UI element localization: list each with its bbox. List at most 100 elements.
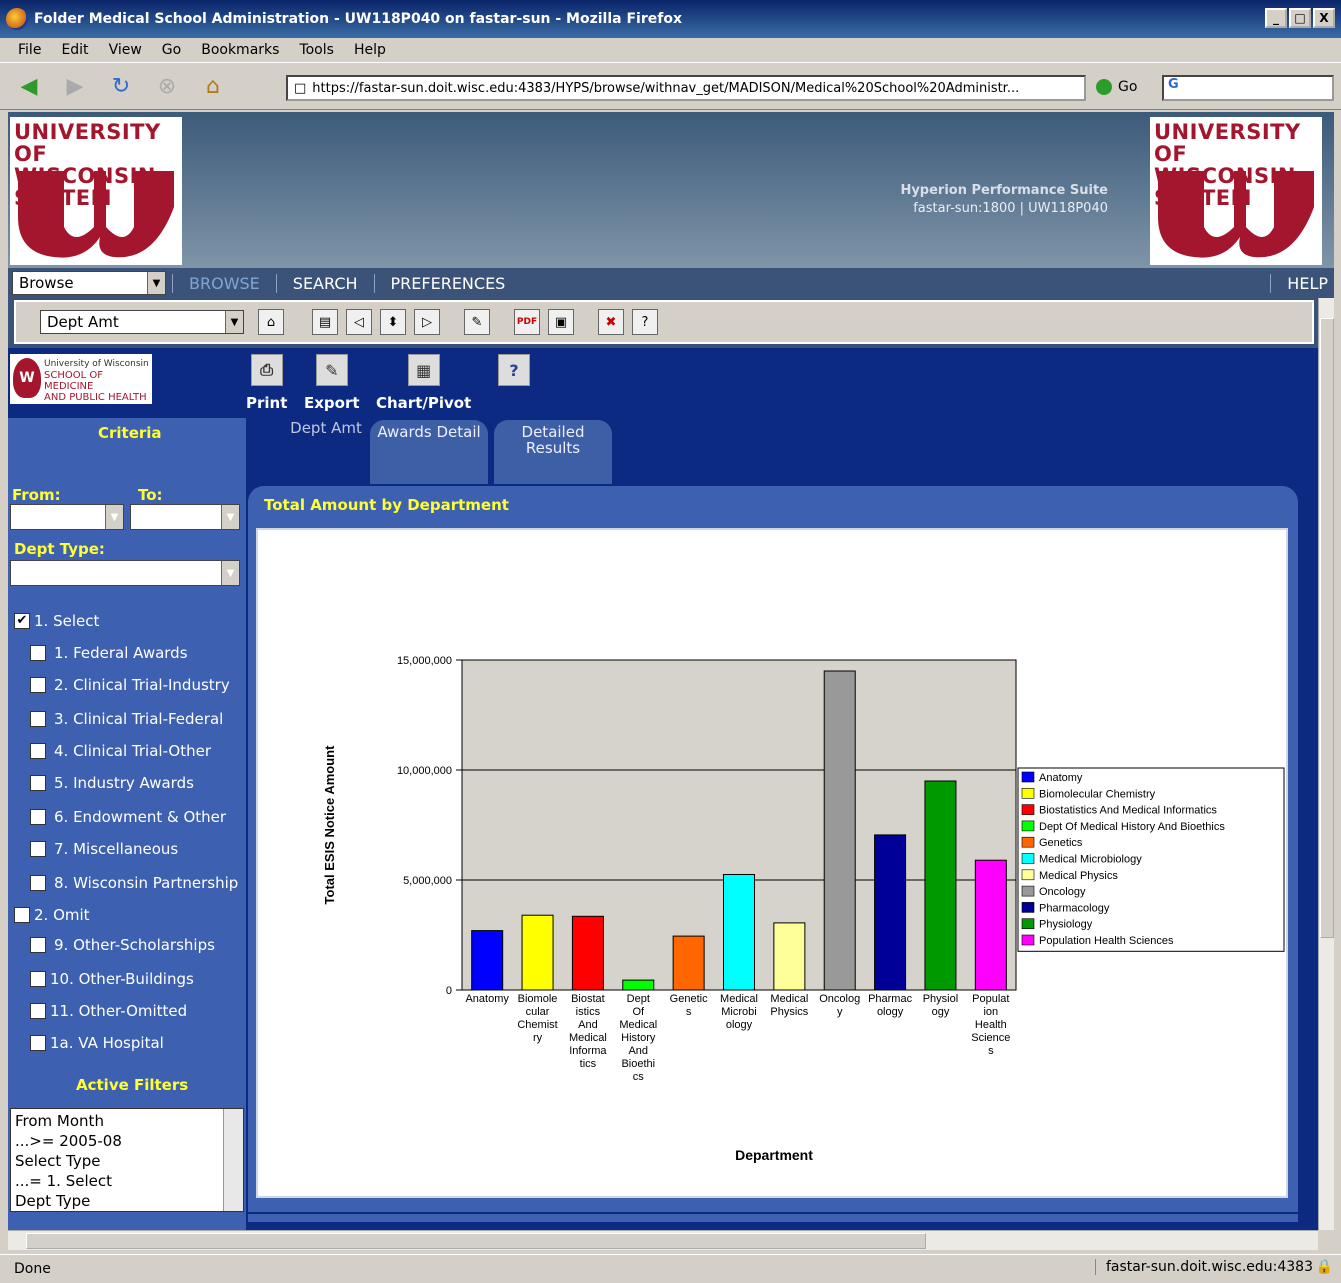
x-tick-label-line: cular <box>526 1006 550 1018</box>
select-group-checkbox[interactable]: ✔ 1. Select <box>14 612 99 630</box>
legend-swatch <box>1021 820 1035 832</box>
x-tick-label-line: Health <box>975 1019 1007 1031</box>
page-navigator-icon[interactable]: ⬍ <box>380 309 406 335</box>
checkbox-other-omitted[interactable]: 11. Other-Omitted <box>30 1002 187 1020</box>
save-icon[interactable]: ▣ <box>548 309 574 335</box>
pdf-icon[interactable]: PDF <box>514 309 540 335</box>
checkbox-federal-awards[interactable]: 1. Federal Awards <box>30 644 188 662</box>
address-bar[interactable]: □ https://fastar-sun.doit.wisc.edu:4383/… <box>286 75 1086 101</box>
x-tick-label-line: ry <box>533 1032 543 1044</box>
chart-pivot-button[interactable]: ▦ Chart/Pivot <box>376 354 471 412</box>
menu-edit[interactable]: Edit <box>51 42 98 58</box>
legend-swatch <box>1021 934 1035 946</box>
x-axis-title: Department <box>735 1147 813 1163</box>
omit-group-checkbox[interactable]: 2. Omit <box>14 906 90 924</box>
checkbox-endowment-other[interactable]: 6. Endowment & Other <box>30 808 226 826</box>
scroll-thumb[interactable] <box>1320 318 1334 938</box>
print-button[interactable]: ⎙ Print <box>246 354 287 412</box>
tab-awards-detail[interactable]: Awards Detail <box>370 420 488 484</box>
help-button[interactable]: ? <box>498 354 530 394</box>
tab-dept-amt[interactable]: Dept Amt <box>268 420 384 436</box>
previous-page-icon[interactable]: ◁ <box>346 309 372 335</box>
home-icon[interactable]: ⌂ <box>196 69 230 103</box>
active-filters-list[interactable]: From Month ...>= 2005-08 Select Type ...… <box>10 1108 244 1212</box>
page-vertical-scrollbar[interactable] <box>1318 298 1334 1230</box>
menu-tools[interactable]: Tools <box>289 42 344 58</box>
legend-swatch <box>1021 885 1035 897</box>
menu-view[interactable]: View <box>99 42 152 58</box>
x-tick-label-line: ology <box>726 1019 753 1031</box>
nav-browse[interactable]: BROWSE <box>172 273 276 293</box>
window-title: Folder Medical School Administration - U… <box>34 11 682 27</box>
checkbox-box <box>30 971 46 987</box>
checkbox-label: 10. Other-Buildings <box>50 970 194 988</box>
reload-icon[interactable]: ↻ <box>104 69 138 103</box>
maximize-button[interactable]: □ <box>1289 8 1311 28</box>
page-icon[interactable]: ▤ <box>312 309 338 335</box>
menu-help[interactable]: Help <box>344 42 396 58</box>
close-document-icon[interactable]: ✖ <box>598 309 624 335</box>
search-input[interactable]: G <box>1162 75 1334 101</box>
chevron-down-icon: ▼ <box>221 505 239 529</box>
tab-detailed-results[interactable]: Detailed Results <box>494 420 612 484</box>
checkbox-va-hospital[interactable]: 1a. VA Hospital <box>30 1034 164 1052</box>
logo-line1: UNIVERSITY OF <box>14 120 161 166</box>
to-month-select[interactable]: 2006-07 ▼ <box>130 504 240 530</box>
go-button[interactable]: Go <box>1096 79 1137 95</box>
from-month-select[interactable]: 2005-08 ▼ <box>10 504 124 530</box>
app-nav-strip: Browse ▼ BROWSE SEARCH PREFERENCES HELP <box>8 268 1334 298</box>
x-tick-label-line: y <box>837 1006 843 1018</box>
menu-file[interactable]: File <box>8 42 51 58</box>
legend-label: Dept Of Medical History And Bioethics <box>1039 821 1225 833</box>
status-text: Done <box>14 1261 51 1277</box>
back-arrow-icon[interactable]: ◀ <box>12 69 46 103</box>
checkbox-other-scholarships[interactable]: 9. Other-Scholarships <box>30 936 215 954</box>
checkbox-clinical-trial-federal[interactable]: 3. Clinical Trial-Federal <box>30 710 223 728</box>
y-axis-title: Total ESIS Notice Amount <box>322 745 337 905</box>
section-select[interactable]: Dept Amt ▼ <box>40 310 244 334</box>
x-tick-label: Populat ion Health Science s <box>971 993 1010 1057</box>
bar <box>773 922 806 991</box>
help-icon[interactable]: ? <box>632 309 658 335</box>
status-bar: Done fastar-sun.doit.wisc.edu:4383 🔒 <box>0 1254 1341 1283</box>
close-button[interactable]: X <box>1313 8 1335 28</box>
menu-bookmarks[interactable]: Bookmarks <box>191 42 289 58</box>
checkbox-label: 7. Miscellaneous <box>54 840 179 858</box>
logo-line1: UNIVERSITY OF <box>1154 120 1301 166</box>
x-tick-label-line: Chemist <box>517 1019 557 1031</box>
nav-preferences[interactable]: PREFERENCES <box>373 273 522 293</box>
scroll-thumb[interactable] <box>26 1233 926 1249</box>
checkbox-miscellaneous[interactable]: 7. Miscellaneous <box>30 840 178 858</box>
menu-go[interactable]: Go <box>152 42 191 58</box>
next-page-icon[interactable]: ▷ <box>414 309 440 335</box>
x-tick-label-line: tics <box>580 1058 597 1070</box>
export-button[interactable]: ✎ Export <box>304 354 360 412</box>
forward-arrow-icon[interactable]: ▶ <box>58 69 92 103</box>
print-label: Print <box>246 394 288 412</box>
x-tick-label-line: Bioethi <box>621 1058 655 1070</box>
checkbox-industry-awards[interactable]: 5. Industry Awards <box>30 774 194 792</box>
checkbox-box <box>30 711 46 727</box>
stop-icon[interactable]: ⊗ <box>150 69 184 103</box>
checkbox-label: 8. Wisconsin Partnership <box>54 874 239 892</box>
page-horizontal-scrollbar[interactable] <box>8 1230 1318 1250</box>
checkbox-clinical-trial-other[interactable]: 4. Clinical Trial-Other <box>30 742 211 760</box>
checkbox-box <box>14 907 30 923</box>
filters-scrollbar[interactable] <box>223 1109 243 1211</box>
nav-search[interactable]: SEARCH <box>275 273 374 293</box>
edit-icon[interactable]: ✎ <box>464 309 490 335</box>
nav-help[interactable]: HELP <box>1270 273 1334 293</box>
checkbox-box <box>30 645 46 661</box>
criteria-sidebar: Criteria From: To: 2005-08 ▼ 2006-07 ▼ D… <box>8 418 246 1230</box>
filter-line: ...>= 2005-08 <box>15 1132 122 1150</box>
minimize-button[interactable]: _ <box>1265 8 1287 28</box>
checkbox-clinical-trial-industry[interactable]: 2. Clinical Trial-Industry <box>30 676 230 694</box>
checkbox-other-buildings[interactable]: 10. Other-Buildings <box>30 970 194 988</box>
checkbox-wisconsin-partnership[interactable]: 8. Wisconsin Partnership <box>30 874 238 892</box>
school-logo-line1: University of Wisconsin <box>44 359 149 369</box>
lock-icon: 🔒 <box>1315 1259 1333 1275</box>
export-label: Export <box>304 394 360 412</box>
mode-select[interactable]: Browse ▼ <box>12 271 166 295</box>
dept-type-select[interactable]: Basic Sciences ▼ <box>10 560 240 586</box>
home-icon[interactable]: ⌂ <box>258 309 284 335</box>
